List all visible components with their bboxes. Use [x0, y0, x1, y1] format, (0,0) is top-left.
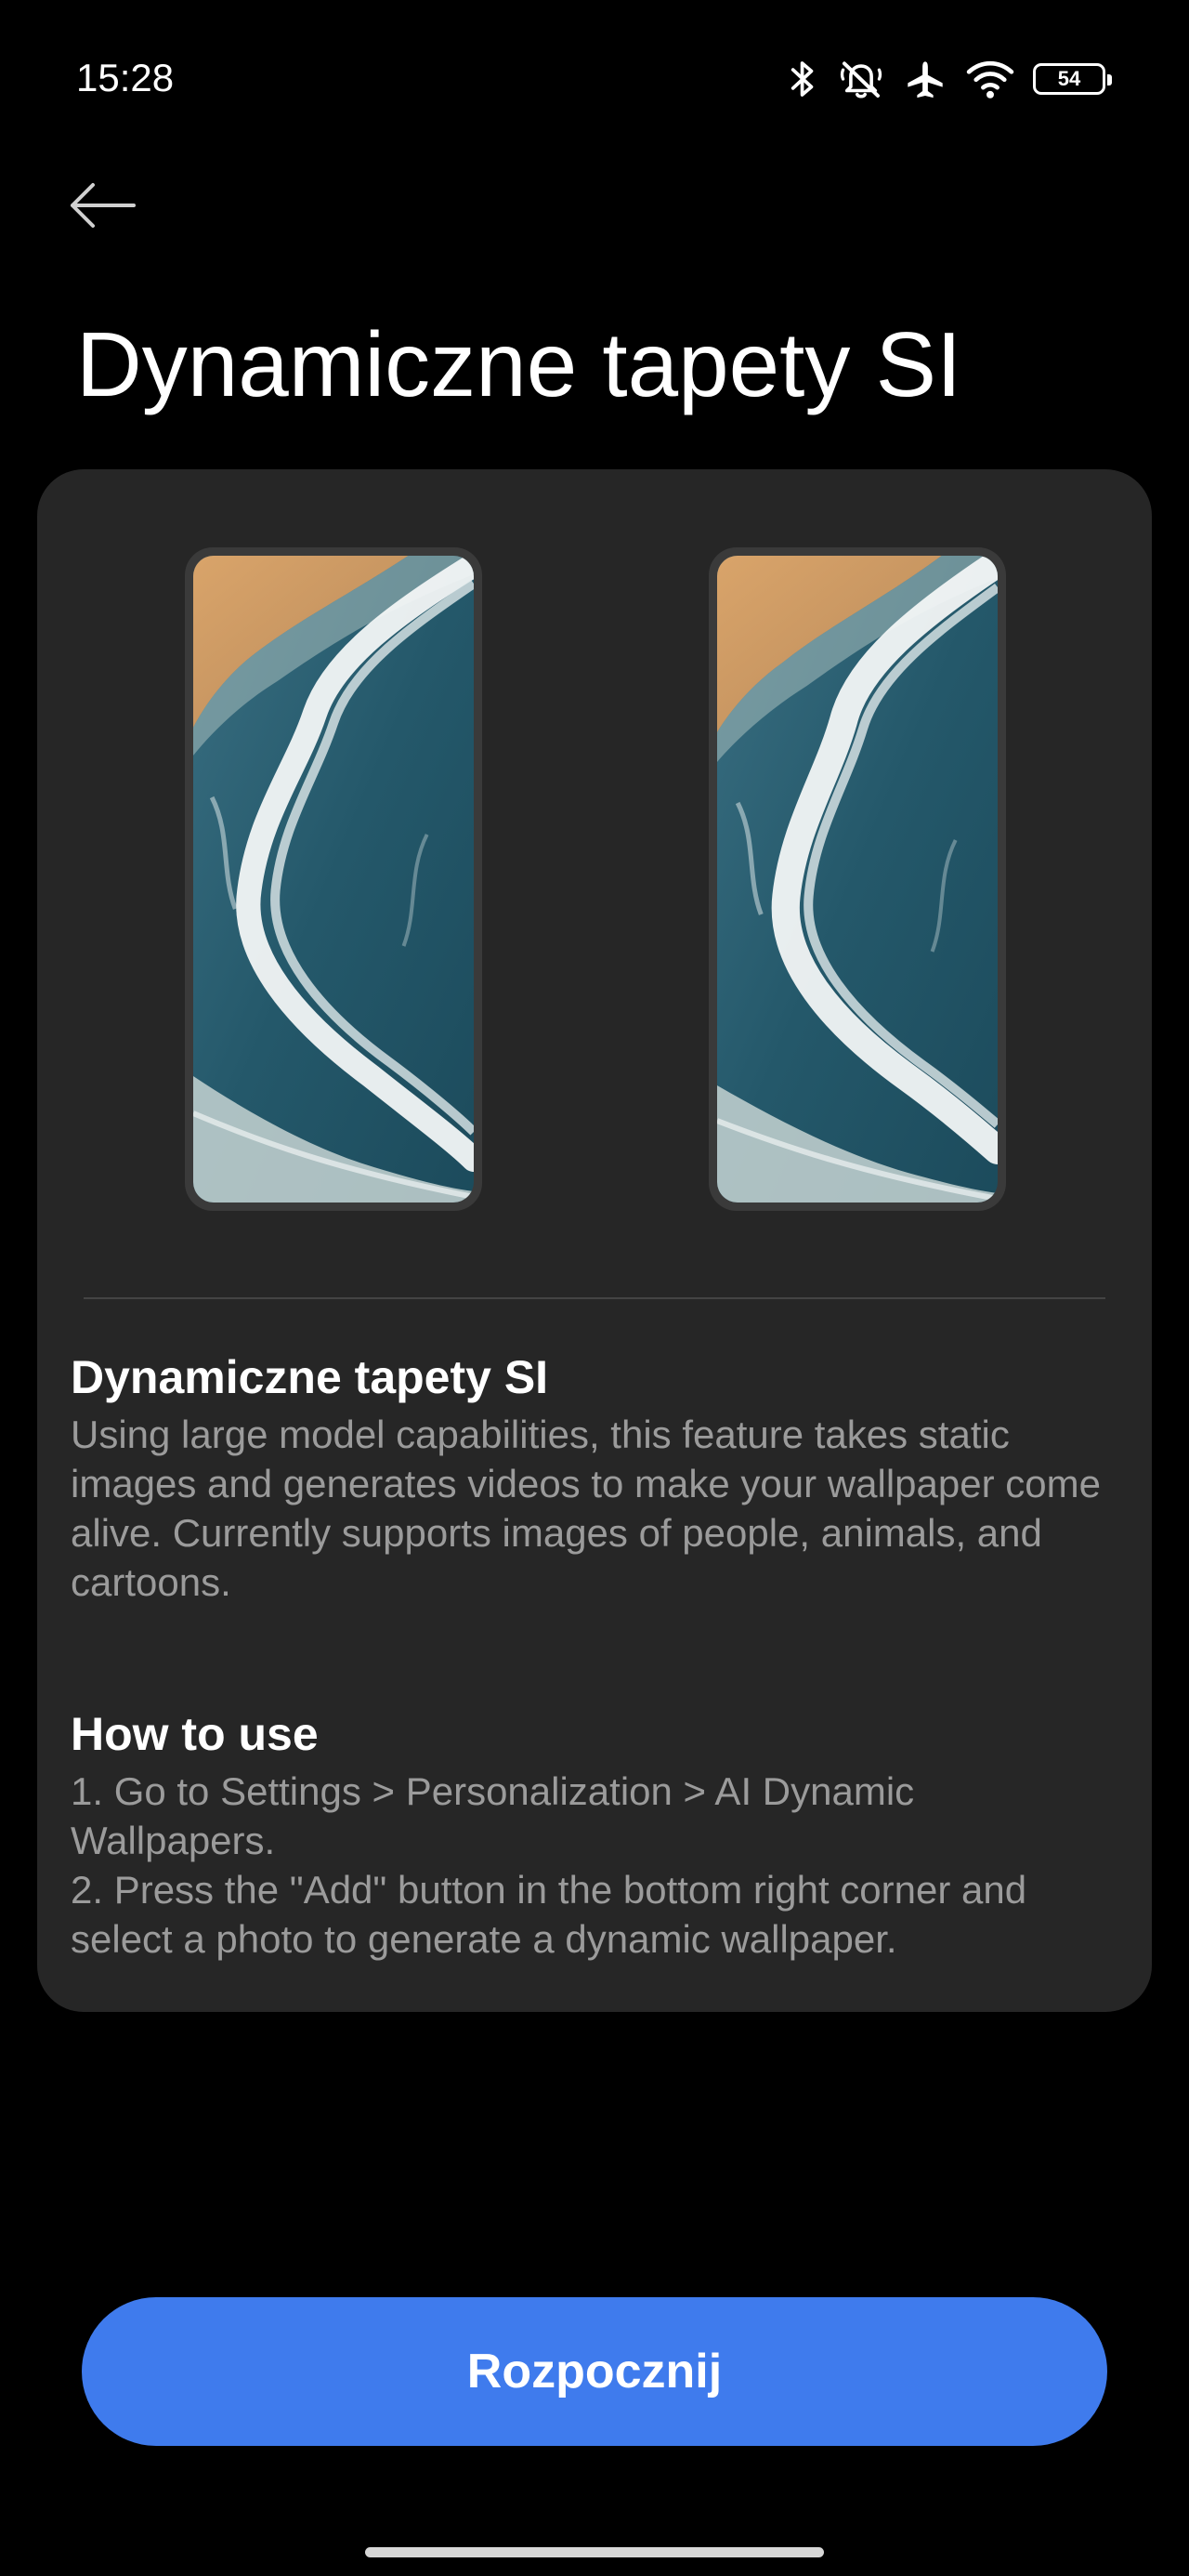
arrow-left-icon [71, 183, 136, 228]
wallpaper-preview-static [185, 547, 482, 1211]
feature-description: Using large model capabilities, this fea… [71, 1413, 1101, 1604]
back-button[interactable] [67, 164, 169, 247]
wallpaper-preview-dynamic [709, 547, 1006, 1211]
info-card: Dynamiczne tapety SI Using large model c… [37, 469, 1152, 2012]
status-icons: 54 [788, 54, 1115, 104]
how-to-use-step: 2. Press the "Add" button in the bottom … [71, 1868, 1027, 1961]
home-indicator[interactable] [365, 2547, 824, 2557]
feature-heading: Dynamiczne tapety SI [71, 1351, 549, 1403]
how-to-use-steps: 1. Go to Settings > Personalization > AI… [71, 1767, 1120, 1964]
ocean-wave-image [193, 556, 474, 1203]
battery-level: 54 [1057, 67, 1081, 90]
start-button[interactable]: Rozpocznij [82, 2297, 1107, 2446]
how-to-use-step: 1. Go to Settings > Personalization > AI… [71, 1769, 915, 1862]
ocean-wave-image [717, 556, 998, 1203]
battery-icon: 54 [1033, 63, 1112, 95]
airplane-mode-icon [908, 61, 943, 99]
feature-section: Dynamiczne tapety SI Using large model c… [71, 1348, 1120, 1607]
wifi-icon [966, 60, 1014, 99]
bluetooth-icon [790, 61, 814, 97]
status-time: 15:28 [76, 56, 175, 99]
divider [84, 1297, 1105, 1299]
silent-bell-icon [840, 61, 882, 99]
status-bar: 15:28 54 [0, 0, 1189, 158]
how-to-use-heading: How to use [71, 1708, 319, 1760]
how-to-use-section: How to use 1. Go to Settings > Personali… [71, 1705, 1120, 1964]
page-title: Dynamiczne tapety SI [76, 313, 962, 415]
feature-description-block: Using large model capabilities, this fea… [71, 1410, 1120, 1607]
